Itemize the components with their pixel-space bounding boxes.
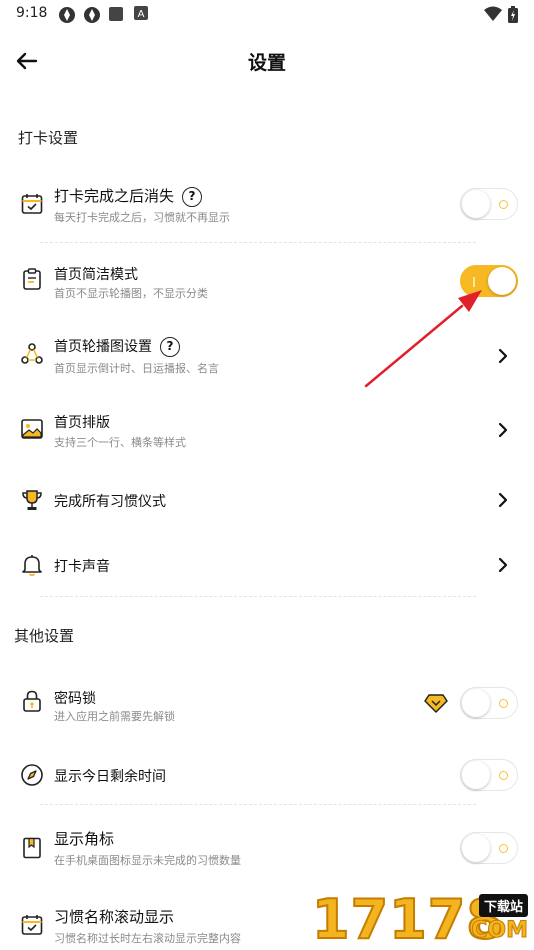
annotation-arrow [364,290,482,388]
watermark-label: 下载站 [478,894,528,917]
watermark-com: COM [471,918,529,944]
site-watermark: 17178 下载站 COM [311,888,534,950]
